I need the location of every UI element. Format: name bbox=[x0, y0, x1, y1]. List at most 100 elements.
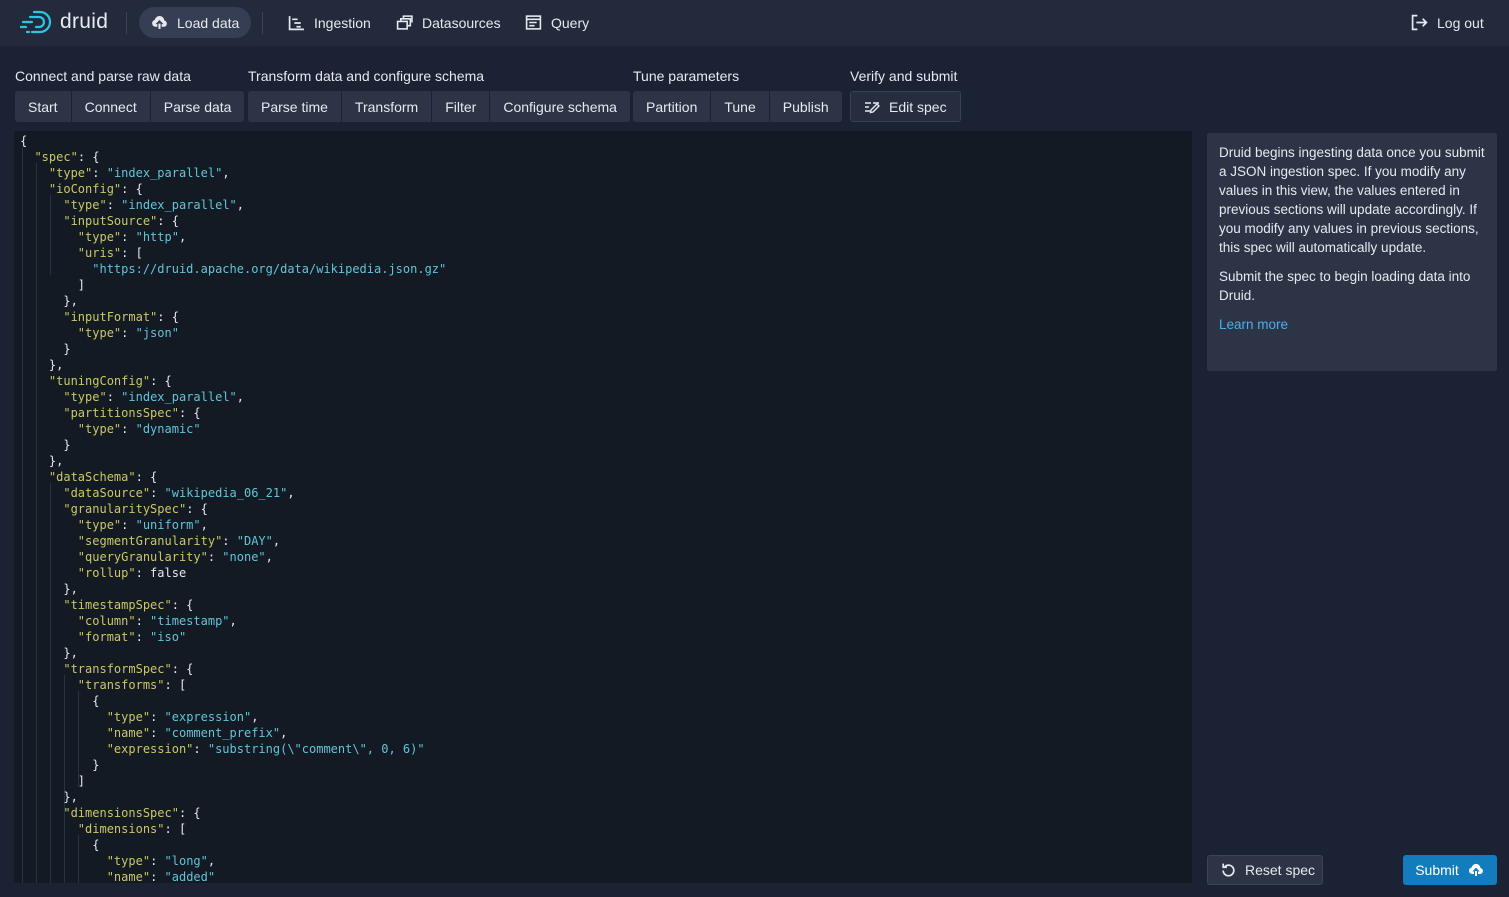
code-line: "timestampSpec": { bbox=[63, 598, 194, 612]
step-group-verify: Edit spec bbox=[850, 91, 961, 122]
step-group-title-transform: Transform data and configure schema bbox=[248, 68, 485, 84]
code-line: "inputSource": { bbox=[63, 214, 179, 228]
help-paragraph: Druid begins ingesting data once you sub… bbox=[1219, 145, 1485, 255]
code-line: "https://druid.apache.org/data/wikipedia… bbox=[92, 262, 447, 276]
code-line: "column": "timestamp", bbox=[77, 614, 237, 628]
step-transform[interactable]: Transform bbox=[341, 91, 433, 122]
step-group-tune: Partition Tune Publish bbox=[633, 91, 842, 122]
step-parse-time[interactable]: Parse time bbox=[248, 91, 342, 122]
code-line: "name": "comment_prefix", bbox=[106, 726, 288, 740]
step-connect[interactable]: Connect bbox=[71, 91, 151, 122]
code-line: "dimensions": [ bbox=[77, 822, 187, 836]
code-line: }, bbox=[20, 790, 78, 804]
multi-select-icon bbox=[396, 15, 413, 30]
step-group-title-tune: Tune parameters bbox=[633, 68, 740, 84]
step-group-transform: Parse time Transform Filter Configure sc… bbox=[248, 91, 630, 122]
nav-load-data[interactable]: Load data bbox=[139, 7, 252, 38]
code-line: } bbox=[20, 342, 71, 356]
code-line: "segmentGranularity": "DAY", bbox=[77, 534, 281, 548]
code-line: "name": "added" bbox=[106, 870, 216, 883]
code-line: "type": "index_parallel", bbox=[63, 198, 244, 212]
druid-logo[interactable]: druid bbox=[20, 8, 108, 36]
logo-text: druid bbox=[60, 10, 109, 33]
code-line: { bbox=[20, 694, 100, 708]
submit-label: Submit bbox=[1415, 862, 1459, 878]
cloud-upload-icon bbox=[1468, 863, 1483, 876]
code-line: "type": "uniform", bbox=[77, 518, 208, 532]
reset-spec-button[interactable]: Reset spec bbox=[1207, 855, 1323, 885]
code-line: }, bbox=[20, 582, 78, 596]
code-line: "format": "iso" bbox=[77, 630, 187, 644]
step-group-title-verify: Verify and submit bbox=[850, 68, 958, 84]
step-parse-data[interactable]: Parse data bbox=[150, 91, 245, 122]
code-line: "tuningConfig": { bbox=[48, 374, 172, 388]
cloud-upload-icon bbox=[152, 16, 167, 29]
code-line: ] bbox=[20, 278, 86, 292]
code-line: "rollup": false bbox=[77, 566, 187, 580]
step-filter[interactable]: Filter bbox=[432, 91, 491, 122]
code-line: "type": "json" bbox=[77, 326, 179, 340]
code-line: "ioConfig": { bbox=[48, 182, 143, 196]
nav-load-data-label: Load data bbox=[177, 14, 240, 31]
code-line: "type": "long", bbox=[106, 854, 216, 868]
step-configure-schema[interactable]: Configure schema bbox=[490, 91, 630, 122]
code-line: "type": "expression", bbox=[106, 710, 259, 724]
step-partition[interactable]: Partition bbox=[633, 91, 712, 122]
code-line: }, bbox=[20, 454, 64, 468]
step-edit-spec[interactable]: Edit spec bbox=[850, 91, 961, 122]
gantt-chart-icon bbox=[288, 16, 304, 31]
code-line: "transformSpec": { bbox=[63, 662, 194, 676]
logout-button[interactable]: Log out bbox=[1399, 7, 1496, 38]
code-line: "type": "dynamic" bbox=[77, 422, 201, 436]
nav-datasources[interactable]: Datasources bbox=[384, 7, 513, 38]
code-line: "dataSource": "wikipedia_06_21", bbox=[63, 486, 295, 500]
json-spec-editor[interactable]: { "spec": { "type": "index_parallel", "i… bbox=[14, 131, 1192, 883]
reset-icon bbox=[1222, 863, 1235, 877]
code-line: "uris": [ bbox=[77, 246, 143, 260]
application-icon bbox=[525, 15, 542, 30]
code-line: "transforms": [ bbox=[77, 678, 187, 692]
nav-query[interactable]: Query bbox=[513, 7, 601, 38]
nav-query-label: Query bbox=[551, 14, 590, 31]
help-paragraph: Submit the spec to begin loading data in… bbox=[1219, 269, 1471, 303]
code-line: "queryGranularity": "none", bbox=[77, 550, 273, 564]
nav-divider bbox=[126, 12, 127, 34]
learn-more-link[interactable]: Learn more bbox=[1219, 317, 1288, 332]
code-line: } bbox=[20, 438, 71, 452]
code-line: ] bbox=[20, 774, 86, 788]
nav-ingestion-label: Ingestion bbox=[314, 14, 371, 31]
code-line: "partitionsSpec": { bbox=[63, 406, 201, 420]
code-line: "type": "index_parallel", bbox=[48, 166, 230, 180]
code-line: "dataSchema": { bbox=[48, 470, 158, 484]
code-line: }, bbox=[20, 358, 64, 372]
code-line: } bbox=[20, 758, 100, 772]
code-line: "type": "index_parallel", bbox=[63, 390, 244, 404]
edit-spec-icon bbox=[865, 101, 880, 113]
submit-button[interactable]: Submit bbox=[1403, 855, 1497, 885]
logout-label: Log out bbox=[1437, 14, 1484, 31]
log-out-icon bbox=[1411, 14, 1428, 31]
druid-logo-icon bbox=[20, 10, 52, 34]
nav-ingestion[interactable]: Ingestion bbox=[276, 7, 383, 38]
code-line: "inputFormat": { bbox=[63, 310, 179, 324]
top-navbar: druid Load data Ingestion Datasources Qu… bbox=[0, 0, 1509, 46]
step-edit-spec-label: Edit spec bbox=[889, 98, 947, 115]
step-group-connect: Start Connect Parse data bbox=[15, 91, 245, 122]
code-line: }, bbox=[20, 294, 78, 308]
code-line: }, bbox=[20, 646, 78, 660]
reset-spec-label: Reset spec bbox=[1245, 862, 1316, 878]
step-tune[interactable]: Tune bbox=[711, 91, 770, 122]
nav-divider bbox=[262, 12, 263, 34]
code-line: { bbox=[20, 134, 28, 148]
nav-datasources-label: Datasources bbox=[422, 14, 501, 31]
code-line: "granularitySpec": { bbox=[63, 502, 208, 516]
code-line: "type": "http", bbox=[77, 230, 187, 244]
json-spec-code: { "spec": { "type": "index_parallel", "i… bbox=[20, 133, 446, 883]
step-start[interactable]: Start bbox=[15, 91, 72, 122]
step-publish[interactable]: Publish bbox=[769, 91, 842, 122]
code-line: "spec": { bbox=[34, 150, 100, 164]
code-line: "dimensionsSpec": { bbox=[63, 806, 201, 820]
code-line: { bbox=[20, 838, 100, 852]
code-line: "expression": "substring(\"comment\", 0,… bbox=[106, 742, 425, 756]
edit-spec-help-panel: Druid begins ingesting data once you sub… bbox=[1207, 133, 1497, 371]
